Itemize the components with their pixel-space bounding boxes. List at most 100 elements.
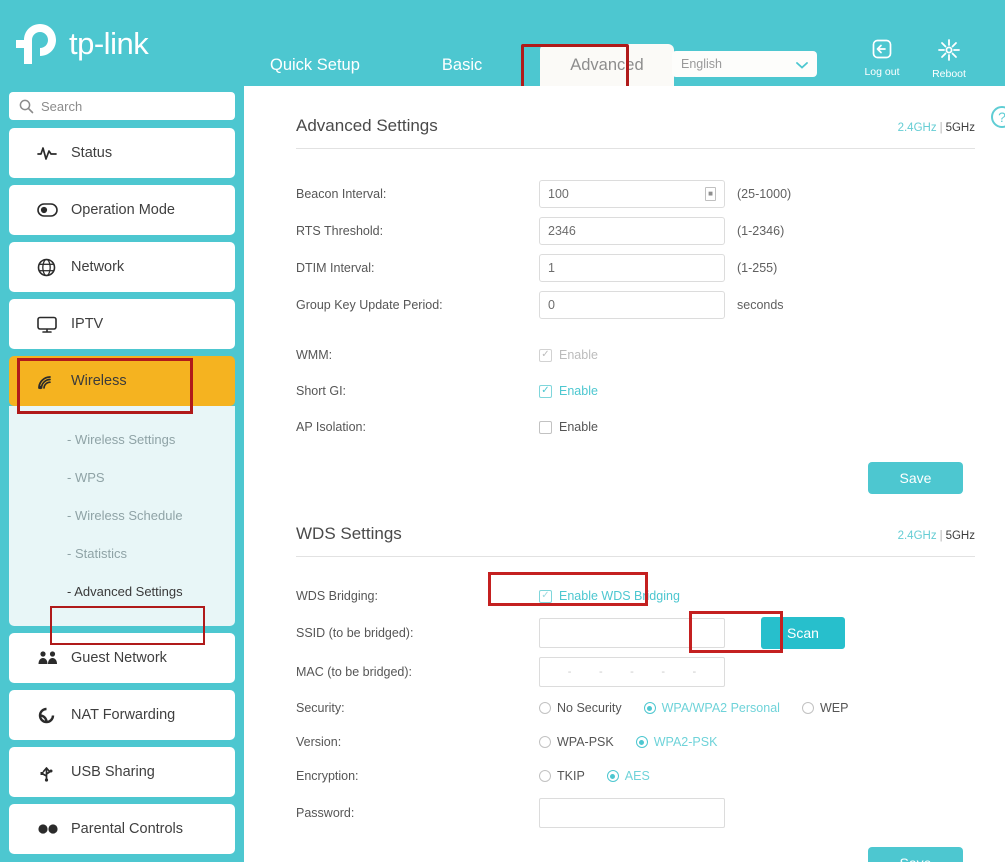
- field-row-beacon-interval: Beacon Interval: 100 ■ (25-1000): [296, 175, 1005, 212]
- password-input[interactable]: [539, 798, 725, 828]
- radio-icon: [539, 702, 551, 714]
- field-label: Group Key Update Period:: [296, 297, 443, 312]
- submenu-item-wireless-settings[interactable]: - Wireless Settings: [9, 420, 235, 458]
- save-button[interactable]: Save: [868, 462, 963, 494]
- pulse-icon: [37, 145, 65, 161]
- encryption-option-aes[interactable]: AES: [606, 769, 650, 783]
- short-gi-checkbox[interactable]: ✓ Enable: [539, 384, 598, 398]
- sidebar-item-nat-forwarding[interactable]: NAT Forwarding: [9, 690, 235, 740]
- checkbox-icon: ✓: [539, 348, 552, 362]
- wds-settings-form: WDS Bridging: ✓ Enable WDS Bridging SSID…: [296, 572, 1005, 833]
- dtim-interval-input[interactable]: 1: [539, 253, 725, 282]
- field-label: RTS Threshold:: [296, 223, 384, 238]
- submenu-item-wireless-schedule[interactable]: - Wireless Schedule: [9, 496, 235, 534]
- advanced-settings-header: Advanced Settings 2.4GHz|5GHz ?: [296, 106, 1005, 149]
- sidebar: Search Status Operation Mode Network IPT…: [0, 86, 244, 862]
- ap-isolation-checkbox[interactable]: Enable: [539, 420, 598, 434]
- checkbox-icon: [539, 420, 552, 434]
- sidebar-item-operation-mode[interactable]: Operation Mode: [9, 185, 235, 235]
- logout-icon: [871, 38, 893, 63]
- sidebar-item-parental-controls[interactable]: Parental Controls: [9, 804, 235, 854]
- search-input[interactable]: Search: [9, 92, 235, 120]
- sidebar-item-network[interactable]: Network: [9, 242, 235, 292]
- security-option-no-security[interactable]: No Security: [539, 701, 622, 715]
- field-label: Version:: [296, 735, 342, 749]
- field-label: Security:: [296, 701, 345, 715]
- band-2ghz[interactable]: 2.4GHz: [898, 122, 937, 134]
- tab-quick-setup[interactable]: Quick Setup: [250, 44, 380, 86]
- band-5ghz[interactable]: 5GHz: [946, 122, 975, 134]
- submenu-item-wps[interactable]: - WPS: [9, 458, 235, 496]
- field-hint: (1-255): [737, 260, 778, 275]
- checkbox-row-ap-isolation: AP Isolation: Enable: [296, 409, 1005, 445]
- refresh-icon: [37, 706, 65, 725]
- chevron-down-icon: [796, 57, 808, 72]
- usb-icon: [37, 763, 65, 782]
- beacon-interval-input[interactable]: 100 ■: [539, 179, 725, 208]
- top-bar: tp-link Quick Setup Basic Advanced Engli…: [0, 0, 1005, 90]
- ssid-input[interactable]: [539, 618, 725, 648]
- checkbox-label: Enable: [559, 348, 598, 362]
- sidebar-item-label: Parental Controls: [71, 821, 184, 837]
- version-option-wpa2-psk[interactable]: WPA2-PSK: [635, 735, 717, 749]
- tab-advanced[interactable]: Advanced: [540, 44, 674, 86]
- brand-name: tp-link: [69, 26, 149, 61]
- field-row-mac: MAC (to be bridged): - - - - -: [296, 653, 1005, 691]
- sidebar-item-wireless[interactable]: Wireless: [9, 356, 235, 406]
- save-button[interactable]: Save: [868, 847, 963, 862]
- version-option-wpa-psk[interactable]: WPA-PSK: [539, 735, 614, 749]
- field-row-encryption: Encryption: TKIP AES: [296, 759, 1005, 793]
- reboot-icon: [937, 38, 961, 65]
- advanced-settings-form: Beacon Interval: 100 ■ (25-1000) RTS Thr…: [296, 175, 1005, 445]
- sidebar-item-label: Network: [71, 259, 125, 275]
- band-2ghz[interactable]: 2.4GHz: [898, 530, 937, 542]
- field-label: Password:: [296, 806, 355, 820]
- parental-icon: [37, 822, 65, 836]
- security-option-wep[interactable]: WEP: [801, 701, 848, 715]
- search-icon: [19, 99, 34, 114]
- sidebar-item-status[interactable]: Status: [9, 128, 235, 178]
- submenu-item-advanced-settings[interactable]: - Advanced Settings: [9, 572, 235, 610]
- radio-label: AES: [624, 769, 650, 783]
- security-option-wpa-wpa2-personal[interactable]: WPA/WPA2 Personal: [643, 701, 780, 715]
- rts-threshold-input[interactable]: 2346: [539, 216, 725, 245]
- tab-basic[interactable]: Basic: [422, 44, 502, 86]
- sidebar-item-label: Wireless: [71, 373, 127, 389]
- checkbox-label: Enable: [559, 420, 598, 434]
- wds-save-row: Save: [244, 847, 963, 862]
- radio-label: WPA-PSK: [557, 735, 614, 749]
- sidebar-item-guest-network[interactable]: Guest Network: [9, 633, 235, 683]
- wds-band-toggle: 2.4GHz | 5GHz: [898, 530, 975, 542]
- band-toggle: 2.4GHz | 5GHz: [898, 122, 975, 134]
- mac-separator: -: [598, 666, 603, 678]
- wds-settings-header: WDS Settings 2.4GHz | 5GHz: [296, 524, 975, 557]
- scan-button[interactable]: Scan: [761, 617, 845, 649]
- checkbox-icon: ✓: [539, 589, 552, 603]
- sidebar-item-usb-sharing[interactable]: USB Sharing: [9, 747, 235, 797]
- field-row-ssid: SSID (to be bridged): Scan: [296, 613, 1005, 653]
- mac-input[interactable]: - - - - -: [539, 657, 725, 687]
- field-hint: (1-2346): [737, 223, 785, 238]
- language-value: English: [681, 57, 722, 71]
- help-icon[interactable]: ?: [991, 106, 1005, 128]
- checkbox-icon: ✓: [539, 384, 552, 398]
- sidebar-item-iptv[interactable]: IPTV: [9, 299, 235, 349]
- encryption-option-tkip[interactable]: TKIP: [539, 769, 585, 783]
- band-separator: |: [939, 122, 943, 134]
- reboot-button[interactable]: Reboot: [919, 38, 979, 80]
- field-row-password: Password:: [296, 793, 1005, 833]
- radio-label: WPA/WPA2 Personal: [661, 701, 780, 715]
- tplink-mark-icon: [16, 24, 56, 64]
- group-key-update-input[interactable]: 0: [539, 290, 725, 319]
- logout-button[interactable]: Log out: [852, 38, 912, 78]
- wmm-checkbox[interactable]: ✓ Enable: [539, 348, 598, 362]
- globe-icon: [37, 258, 65, 277]
- enable-wds-bridging-checkbox[interactable]: ✓ Enable WDS Bridging: [539, 589, 680, 603]
- sidebar-item-label: Status: [71, 145, 113, 161]
- band-5ghz[interactable]: 5GHz: [946, 530, 975, 542]
- submenu-item-statistics[interactable]: - Statistics: [9, 534, 235, 572]
- stepper-icon[interactable]: ■: [705, 186, 716, 201]
- reboot-label: Reboot: [932, 68, 966, 80]
- toggle-icon: [37, 203, 65, 217]
- language-select[interactable]: English: [672, 51, 817, 77]
